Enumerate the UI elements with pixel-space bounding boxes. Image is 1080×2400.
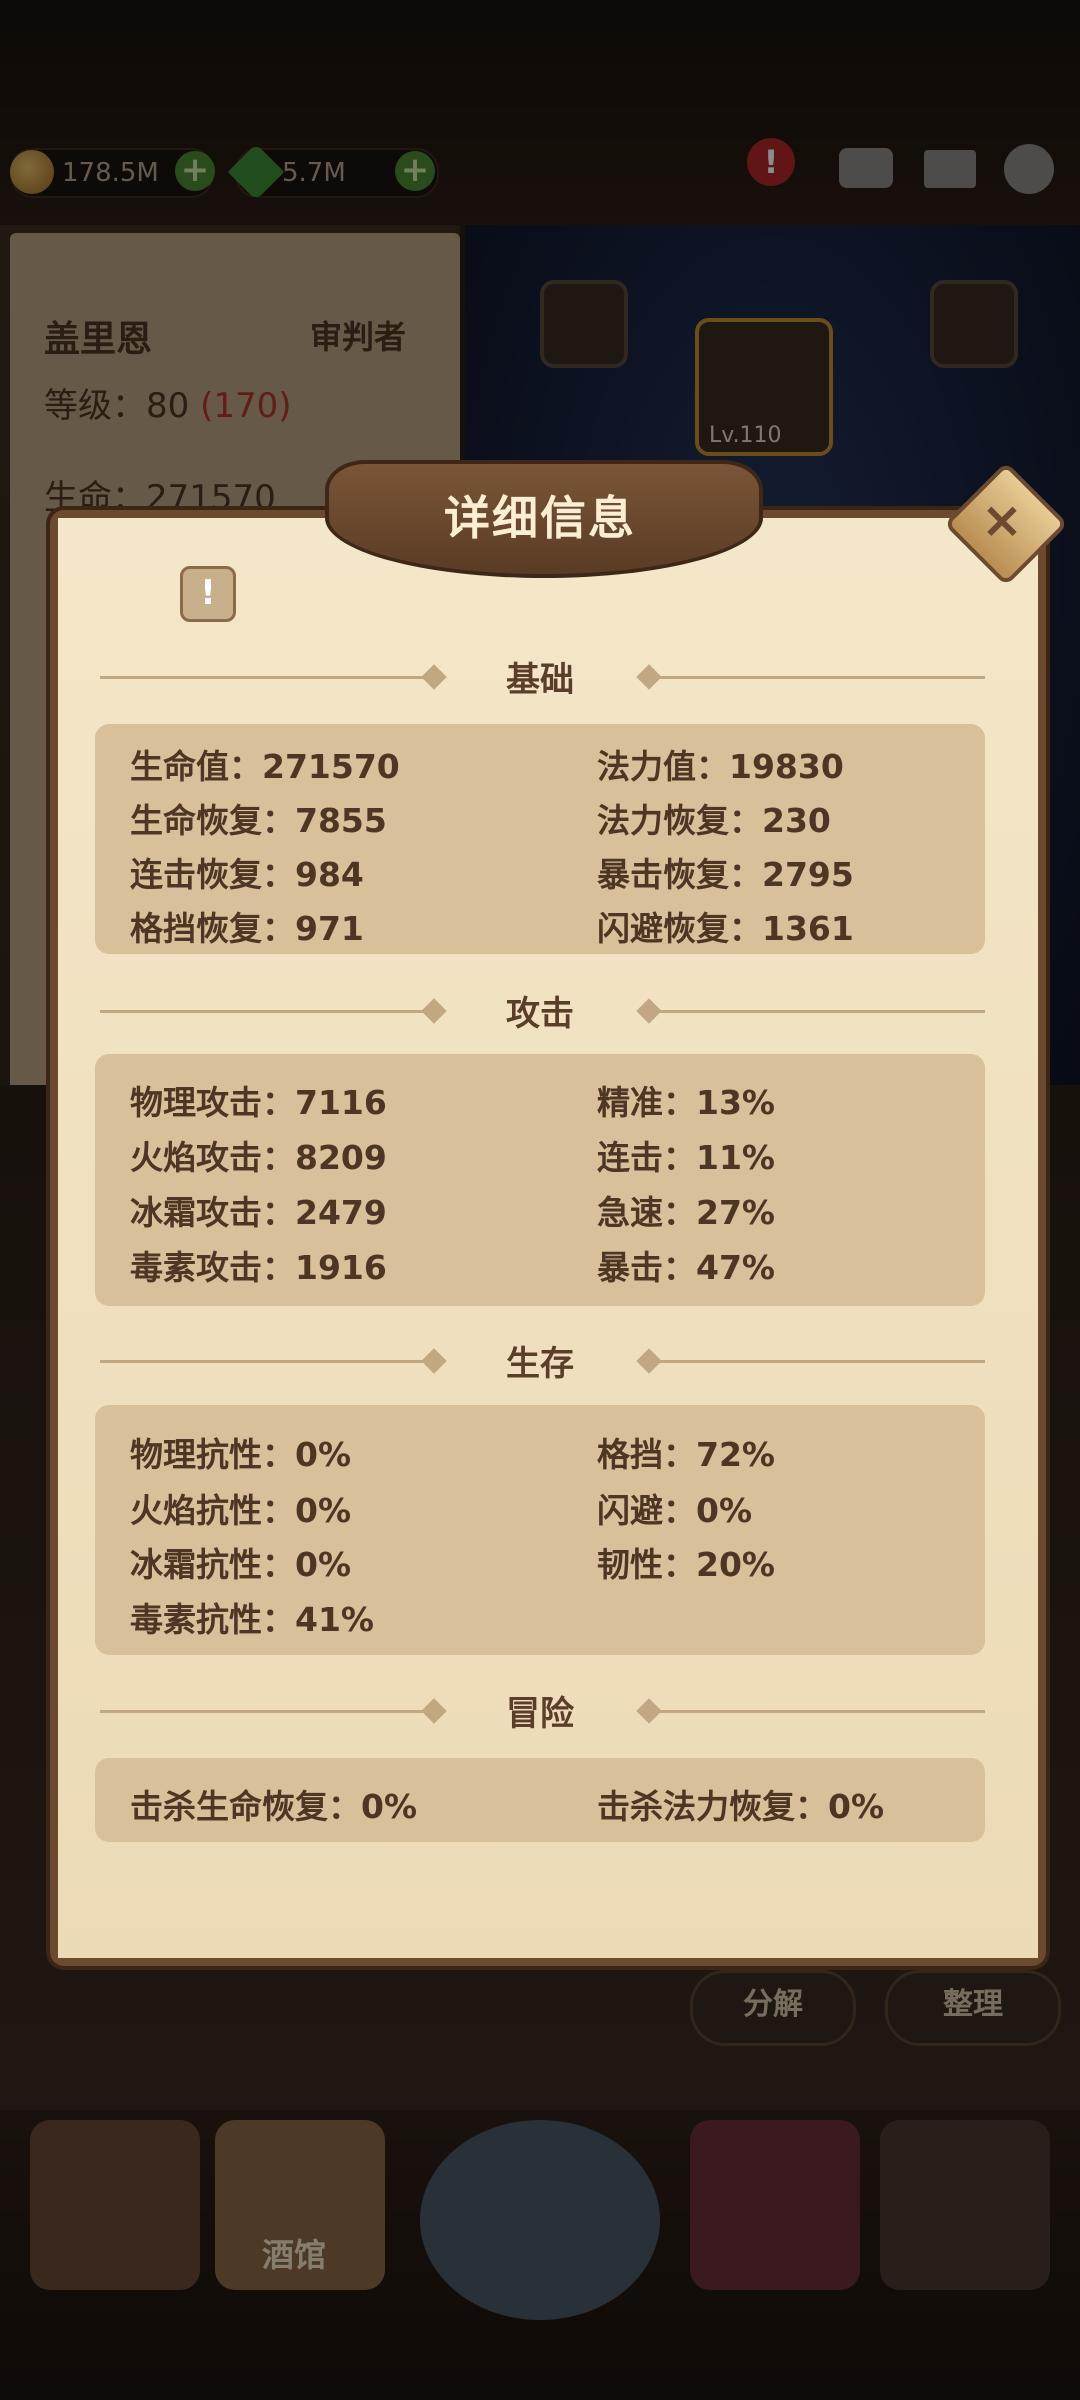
stat-block: 格挡：72% (597, 1435, 775, 1474)
stat-block-regen: 格挡恢复：971 (130, 909, 364, 948)
stat-combo-regen: 连击恢复：984 (130, 855, 364, 894)
stat-poison-attack: 毒素攻击：1916 (130, 1248, 387, 1287)
stat-frost-attack: 冰霜攻击：2479 (130, 1193, 387, 1232)
stat-physical-attack: 物理攻击：7116 (130, 1083, 387, 1122)
divider (650, 1360, 985, 1363)
stat-combo: 连击：11% (597, 1138, 775, 1177)
divider (650, 676, 985, 679)
dialog-title: 详细信息 (444, 491, 636, 545)
stat-kill-hp-regen: 击杀生命恢复：0% (130, 1787, 418, 1826)
stat-mp-regen: 法力恢复：230 (597, 801, 831, 840)
stat-poison-resist: 毒素抗性：41% (130, 1600, 374, 1639)
stat-accuracy: 精准：13% (597, 1083, 775, 1122)
stat-fire-attack: 火焰攻击：8209 (130, 1138, 387, 1177)
stat-dodge: 闪避：0% (597, 1491, 753, 1530)
stat-fire-resist: 火焰抗性：0% (130, 1491, 352, 1530)
stat-hp: 生命值：271570 (130, 747, 400, 786)
close-icon[interactable]: × (962, 480, 1042, 560)
stat-mp: 法力值：19830 (597, 747, 844, 786)
stat-physical-resist: 物理抗性：0% (130, 1435, 352, 1474)
stat-crit-regen: 暴击恢复：2795 (597, 855, 854, 894)
stat-haste: 急速：27% (597, 1193, 775, 1232)
divider (650, 1010, 985, 1013)
divider (650, 1710, 985, 1713)
stat-hp-regen: 生命恢复：7855 (130, 801, 387, 840)
stat-dodge-regen: 闪避恢复：1361 (597, 909, 854, 948)
stat-tenacity: 韧性：20% (597, 1545, 775, 1584)
info-icon[interactable]: ! (180, 566, 236, 622)
stat-crit: 暴击：47% (597, 1248, 775, 1287)
stat-kill-mp-regen: 击杀法力恢复：0% (597, 1787, 885, 1826)
stat-frost-resist: 冰霜抗性：0% (130, 1545, 352, 1584)
